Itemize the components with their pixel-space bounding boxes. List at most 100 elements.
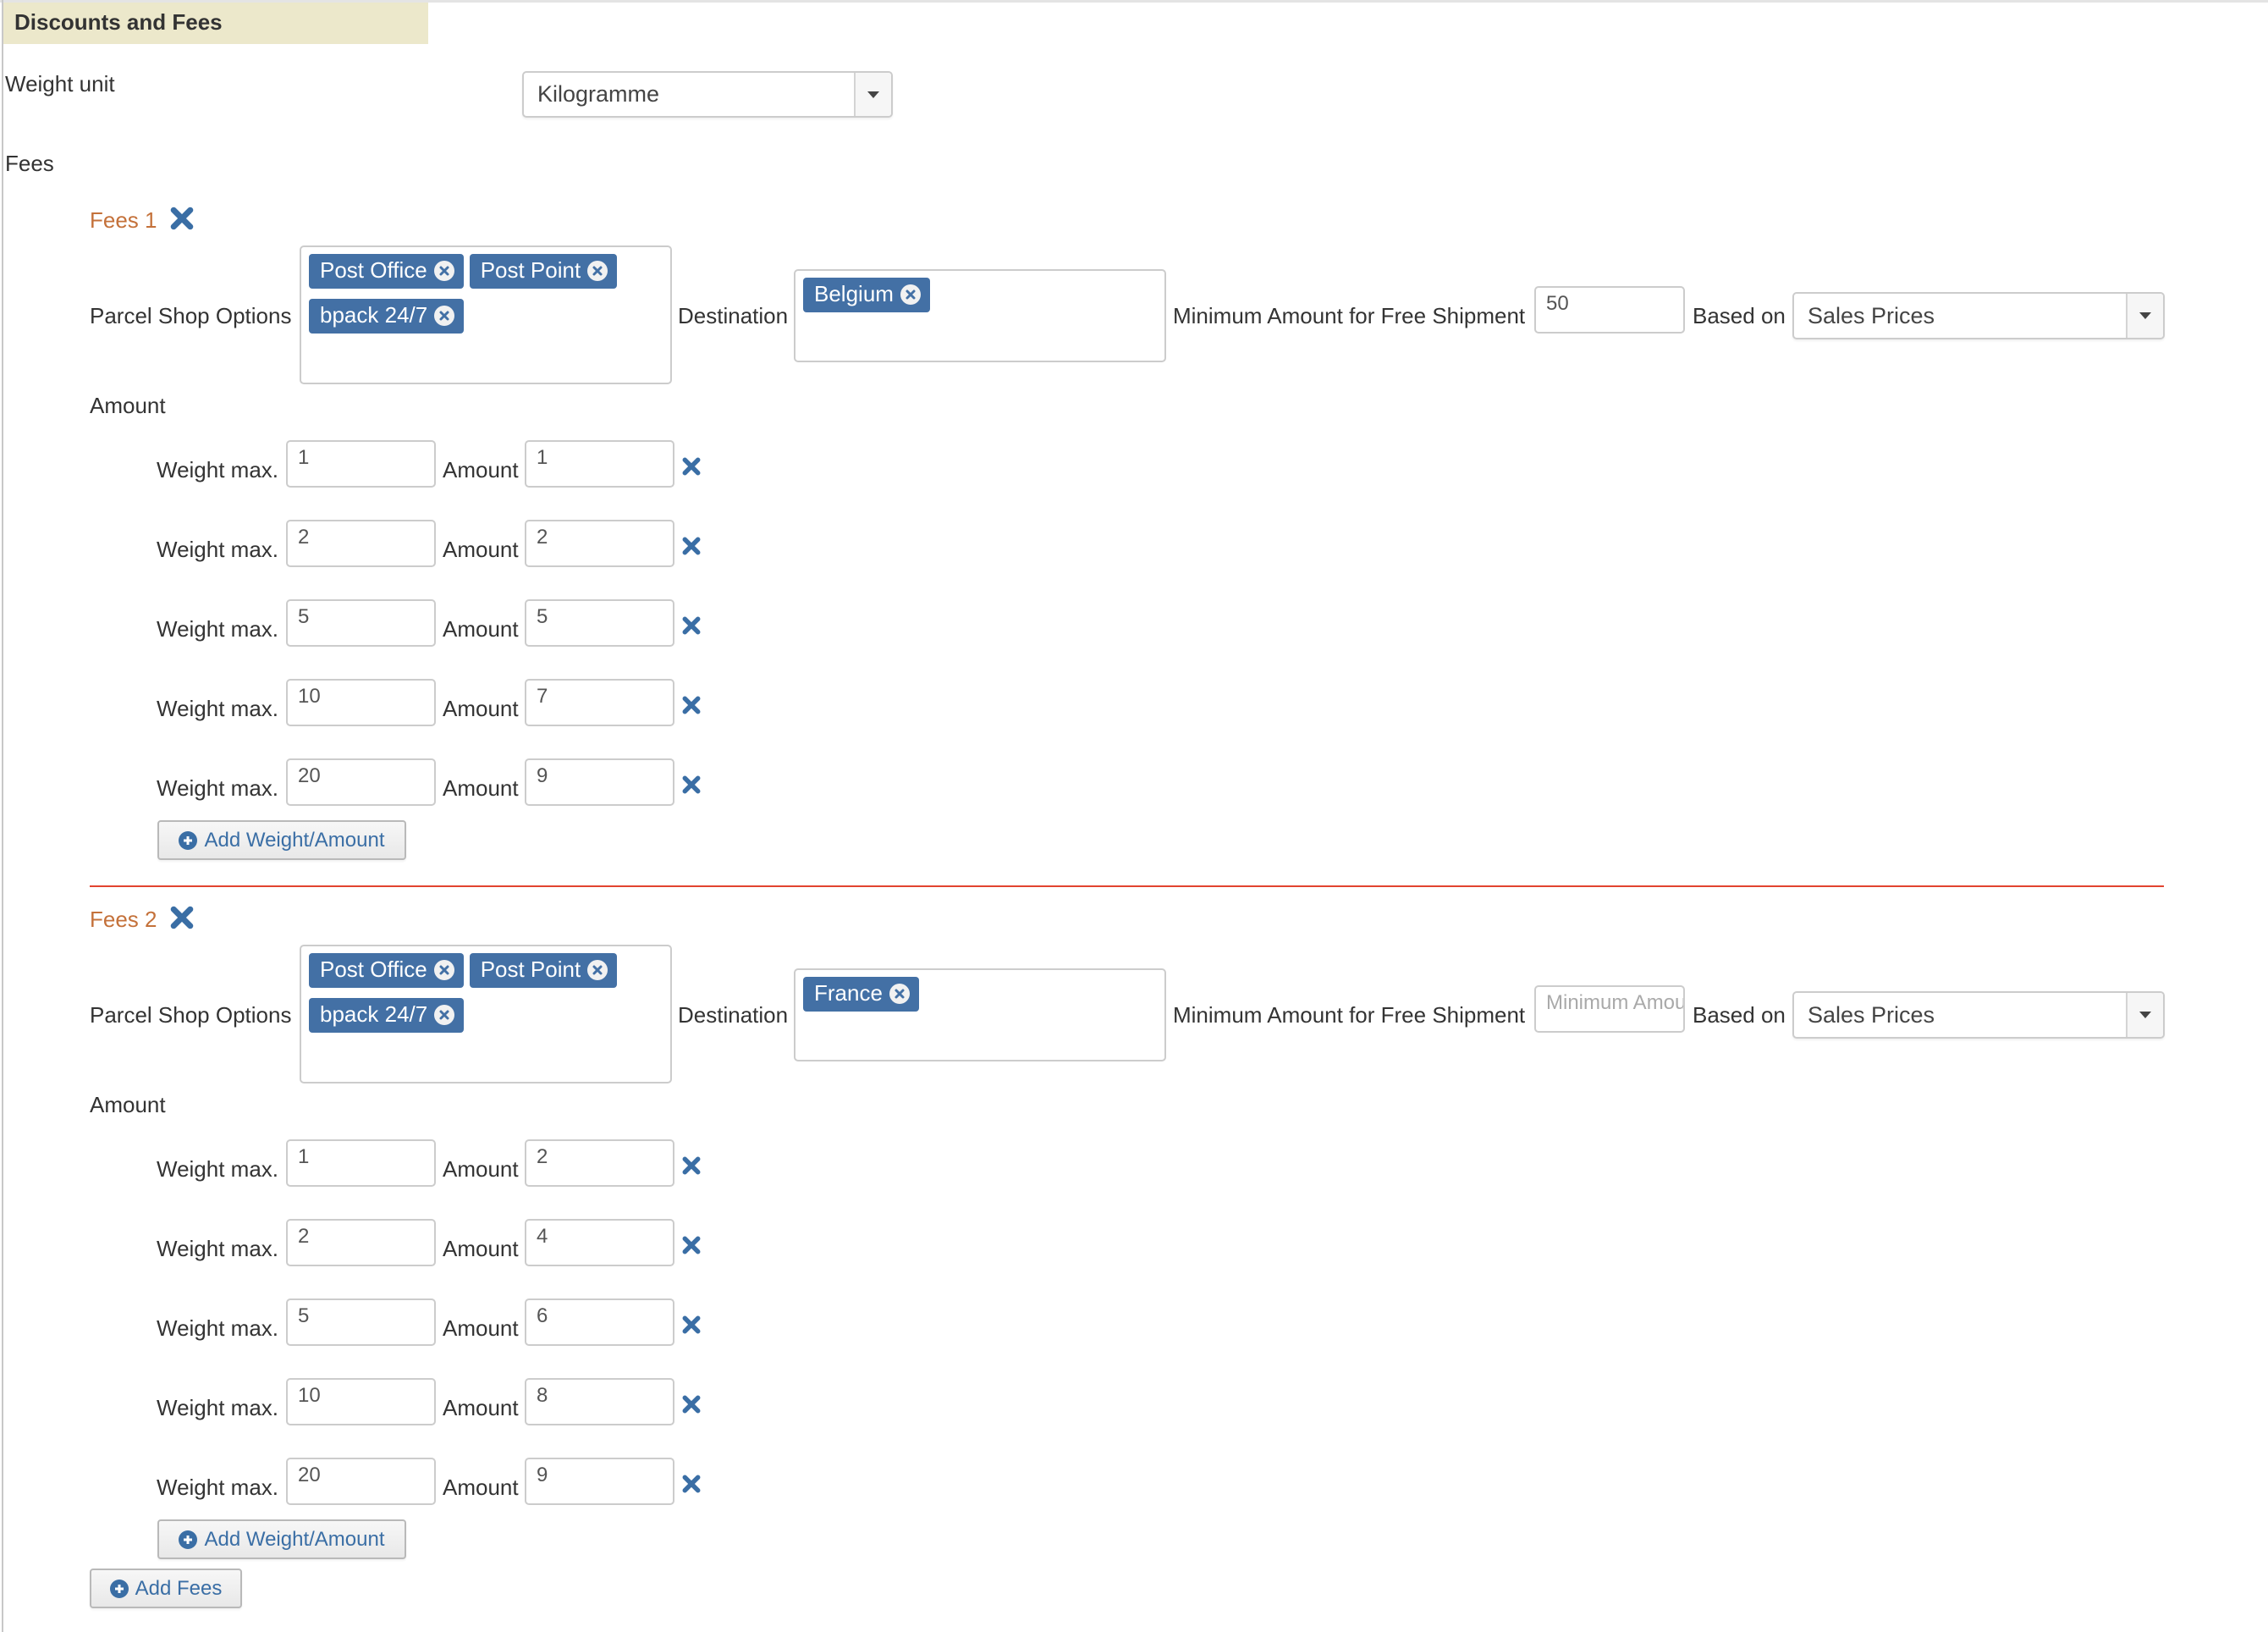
weight-max-input[interactable] xyxy=(286,1139,436,1187)
amount-label: Amount xyxy=(443,1395,519,1420)
tag-label: Post Point xyxy=(480,257,581,283)
minimum-amount-input[interactable] xyxy=(1534,286,1685,334)
weight-max-input[interactable] xyxy=(286,1219,436,1266)
weight-max-label: Weight max. xyxy=(157,1475,279,1500)
amount-input[interactable] xyxy=(525,1139,674,1187)
destination-input[interactable]: Belgium xyxy=(794,269,1166,362)
weight-max-input[interactable] xyxy=(286,758,436,806)
add-weight-amount-button[interactable]: Add Weight/Amount xyxy=(157,820,406,860)
amount-label: Amount xyxy=(443,1475,519,1500)
weight-max-label: Weight max. xyxy=(157,775,279,801)
weight-max-input[interactable] xyxy=(286,440,436,488)
weight-unit-select[interactable]: Kilogramme xyxy=(522,71,893,118)
weight-max-input[interactable] xyxy=(286,1458,436,1505)
parcel-shop-options-input[interactable]: Post Office Post Point bpack 24/7 xyxy=(300,245,672,384)
based-on-select[interactable]: Sales Prices xyxy=(1792,991,2165,1039)
amount-label: Amount xyxy=(443,457,519,482)
parcel-shop-tag: Post Point xyxy=(469,953,618,988)
fees-title: Fees 1 xyxy=(90,207,194,235)
weight-max-label: Weight max. xyxy=(157,537,279,562)
tag-label: Belgium xyxy=(814,281,894,306)
add-fees-button[interactable]: Add Fees xyxy=(90,1569,242,1608)
close-icon[interactable] xyxy=(170,207,194,235)
weight-max-input[interactable] xyxy=(286,1298,436,1346)
tag-label: Post Office xyxy=(320,257,427,283)
amount-input[interactable] xyxy=(525,440,674,488)
fees-label: Fees xyxy=(5,151,54,176)
close-icon[interactable] xyxy=(170,906,194,935)
destination-label: Destination xyxy=(678,1002,789,1028)
weight-max-label: Weight max. xyxy=(157,457,279,482)
amount-section-label: Amount xyxy=(90,1092,166,1117)
circle-plus-icon xyxy=(179,830,198,850)
caret-down-icon[interactable] xyxy=(854,73,891,116)
based-on-value: Sales Prices xyxy=(1808,1001,1935,1028)
amount-input[interactable] xyxy=(525,599,674,647)
amount-section-label: Amount xyxy=(90,393,166,418)
minimum-amount-label: Minimum Amount for Free Shipment xyxy=(1173,303,1526,328)
close-icon[interactable] xyxy=(682,457,701,480)
amount-input[interactable] xyxy=(525,1219,674,1266)
close-icon[interactable] xyxy=(682,1156,701,1179)
weight-unit-label: Weight unit xyxy=(5,71,115,96)
add-fees-label: Add Fees xyxy=(135,1576,223,1600)
tag-label: Post Point xyxy=(480,957,581,982)
circle-close-icon[interactable] xyxy=(433,260,454,281)
weight-max-label: Weight max. xyxy=(157,1236,279,1261)
add-weight-amount-label: Add Weight/Amount xyxy=(204,828,385,852)
weight-max-input[interactable] xyxy=(286,599,436,647)
amount-label: Amount xyxy=(443,696,519,721)
amount-label: Amount xyxy=(443,775,519,801)
left-border xyxy=(2,0,3,1632)
weight-max-label: Weight max. xyxy=(157,616,279,642)
amount-input[interactable] xyxy=(525,679,674,726)
fees-separator xyxy=(90,885,2164,887)
close-icon[interactable] xyxy=(682,696,701,719)
circle-close-icon[interactable] xyxy=(889,983,910,1004)
circle-plus-icon xyxy=(109,1579,129,1598)
based-on-select[interactable]: Sales Prices xyxy=(1792,292,2165,339)
destination-input[interactable]: France xyxy=(794,968,1166,1061)
minimum-amount-input[interactable] xyxy=(1534,985,1685,1033)
caret-down-icon[interactable] xyxy=(2126,294,2163,338)
close-icon[interactable] xyxy=(682,1475,701,1497)
amount-input[interactable] xyxy=(525,520,674,567)
parcel-shop-options-input[interactable]: Post Office Post Point bpack 24/7 xyxy=(300,945,672,1083)
close-icon[interactable] xyxy=(682,1315,701,1338)
fees-title: Fees 2 xyxy=(90,906,194,935)
caret-down-icon[interactable] xyxy=(2126,993,2163,1037)
weight-max-input[interactable] xyxy=(286,520,436,567)
close-icon[interactable] xyxy=(682,1395,701,1418)
circle-plus-icon xyxy=(179,1530,198,1549)
circle-close-icon[interactable] xyxy=(434,1004,455,1025)
close-icon[interactable] xyxy=(682,775,701,798)
parcel-shop-options-label: Parcel Shop Options xyxy=(90,1002,292,1028)
parcel-shop-tag: bpack 24/7 xyxy=(309,299,465,334)
amount-label: Amount xyxy=(443,1315,519,1341)
close-icon[interactable] xyxy=(682,1236,701,1259)
section-header: Discounts and Fees xyxy=(3,3,428,44)
add-weight-amount-button[interactable]: Add Weight/Amount xyxy=(157,1519,406,1559)
fees-title-text: Fees 2 xyxy=(90,907,157,932)
parcel-shop-tag: Post Point xyxy=(469,254,618,289)
circle-close-icon[interactable] xyxy=(433,959,454,980)
amount-input[interactable] xyxy=(525,1458,674,1505)
amount-input[interactable] xyxy=(525,758,674,806)
weight-max-input[interactable] xyxy=(286,679,436,726)
parcel-shop-tag: Post Office xyxy=(309,254,464,289)
circle-close-icon[interactable] xyxy=(900,284,921,305)
tag-label: France xyxy=(814,980,883,1006)
circle-close-icon[interactable] xyxy=(587,260,608,281)
based-on-label: Based on xyxy=(1693,303,1786,328)
circle-close-icon[interactable] xyxy=(587,959,608,980)
parcel-shop-tag: Post Office xyxy=(309,953,464,988)
circle-close-icon[interactable] xyxy=(434,305,455,326)
amount-input[interactable] xyxy=(525,1298,674,1346)
weight-max-input[interactable] xyxy=(286,1378,436,1425)
close-icon[interactable] xyxy=(682,537,701,560)
amount-label: Amount xyxy=(443,1156,519,1182)
weight-max-label: Weight max. xyxy=(157,1315,279,1341)
parcel-shop-options-label: Parcel Shop Options xyxy=(90,303,292,328)
amount-input[interactable] xyxy=(525,1378,674,1425)
close-icon[interactable] xyxy=(682,616,701,639)
